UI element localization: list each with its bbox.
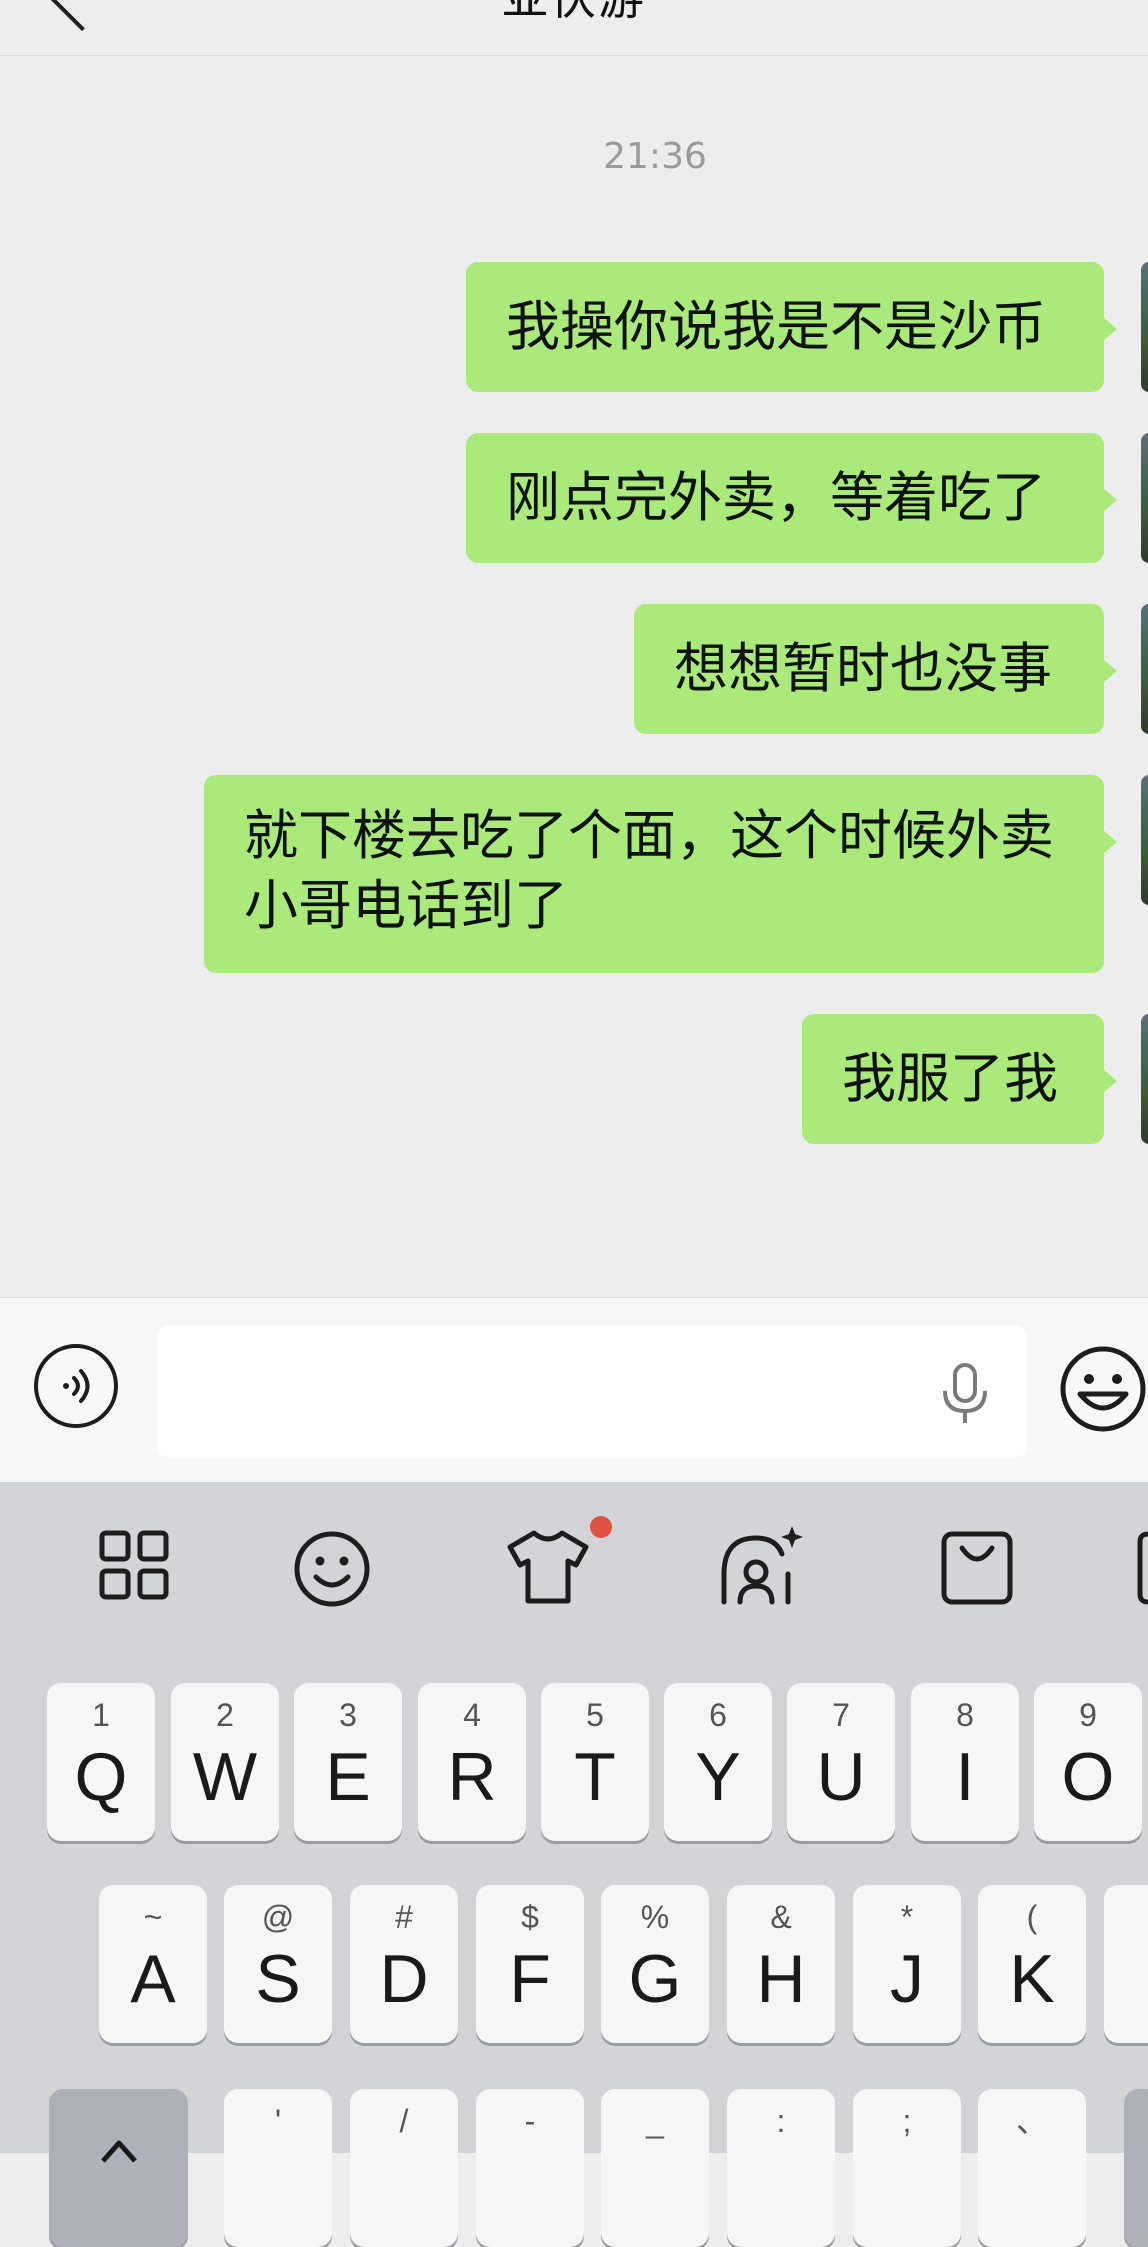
key-k[interactable]: (K — [978, 1885, 1086, 2043]
message-bubble[interactable]: 我操你说我是不是沙币 — [466, 262, 1117, 392]
key-a[interactable]: ~ A — [99, 1885, 207, 2043]
key-s[interactable]: @ S — [224, 1885, 332, 2043]
avatar[interactable] — [1141, 433, 1148, 563]
key-v[interactable]: _ — [601, 2089, 709, 2247]
message-bubble[interactable]: 就下楼去吃了个面，这个时候外卖小哥电话到了 — [204, 775, 1117, 973]
smiley-icon[interactable] — [292, 1529, 372, 1609]
key-r[interactable]: 4R — [418, 1683, 526, 1841]
avatar[interactable] — [1141, 262, 1148, 392]
key-y[interactable]: 6Y — [664, 1683, 772, 1841]
microphone-icon[interactable] — [940, 1363, 990, 1425]
key-j[interactable]: * J — [853, 1885, 961, 2043]
input-bar — [0, 1297, 1148, 1483]
message-input[interactable] — [157, 1325, 1027, 1457]
shopping-bag-icon[interactable] — [940, 1530, 1014, 1606]
more-tools-icon[interactable] — [1136, 1530, 1148, 1606]
message-bubble[interactable]: 我服了我 — [802, 1014, 1117, 1144]
voice-mode-icon[interactable] — [34, 1344, 118, 1428]
ai-sparkle-icon[interactable] — [718, 1524, 804, 1608]
keyboard-toolbar — [0, 1482, 1148, 1642]
message-row: 我操你说我是不是沙币 — [466, 262, 1117, 392]
message-row: 就下楼去吃了个面，这个时候外卖小哥电话到了 — [204, 775, 1117, 973]
key-g[interactable]: % G — [601, 1885, 709, 2043]
chat-title: 亚伏游 — [0, 0, 1148, 28]
key-t[interactable]: 5T — [541, 1683, 649, 1841]
key-d[interactable]: # D — [350, 1885, 458, 2043]
key-f[interactable]: $ F — [476, 1885, 584, 2043]
key-h[interactable]: & H — [727, 1885, 835, 2043]
message-bubble[interactable]: 刚点完外卖，等着吃了 — [466, 433, 1117, 563]
message-row: 刚点完外卖，等着吃了 — [466, 433, 1117, 563]
shift-arrow-icon — [100, 2140, 137, 2163]
key-i[interactable]: 8I — [911, 1683, 1019, 1841]
key-z[interactable]: ' — [224, 2089, 332, 2247]
key-n[interactable]: ; — [853, 2089, 961, 2247]
emoji-icon[interactable] — [1058, 1344, 1148, 1434]
keyboard: 1Q 2W 3E 4R 5T 6Y 7U 8I 9O ~ A @ S # D $ F %… — [0, 1642, 1148, 2247]
key-x[interactable]: / — [350, 2089, 458, 2247]
key-e[interactable]: 3E — [294, 1683, 402, 1841]
key-m[interactable]: 、 — [978, 2089, 1086, 2247]
message-timestamp: 21:36 — [603, 136, 707, 177]
message-row: 我服了我 — [802, 1014, 1117, 1144]
key-l-partial[interactable] — [1104, 1885, 1148, 2043]
key-q[interactable]: 1Q — [47, 1683, 155, 1841]
top-bar: 亚伏游 — [0, 0, 1148, 56]
key-b[interactable]: : — [727, 2089, 835, 2247]
backspace-key-partial[interactable] — [1124, 2089, 1148, 2247]
key-w[interactable]: 2W — [171, 1683, 279, 1841]
message-row: 想想暂时也没事 — [634, 604, 1117, 734]
avatar[interactable] — [1141, 775, 1148, 905]
notification-dot — [590, 1516, 612, 1538]
avatar[interactable] — [1141, 604, 1148, 734]
avatar[interactable] — [1141, 1014, 1148, 1144]
key-u[interactable]: 7U — [787, 1683, 895, 1841]
theme-shirt-icon[interactable] — [506, 1529, 590, 1605]
apps-grid-icon[interactable] — [98, 1529, 170, 1601]
shift-key[interactable] — [49, 2089, 188, 2247]
key-o[interactable]: 9O — [1034, 1683, 1142, 1841]
key-c[interactable]: - — [476, 2089, 584, 2247]
message-bubble[interactable]: 想想暂时也没事 — [634, 604, 1117, 734]
